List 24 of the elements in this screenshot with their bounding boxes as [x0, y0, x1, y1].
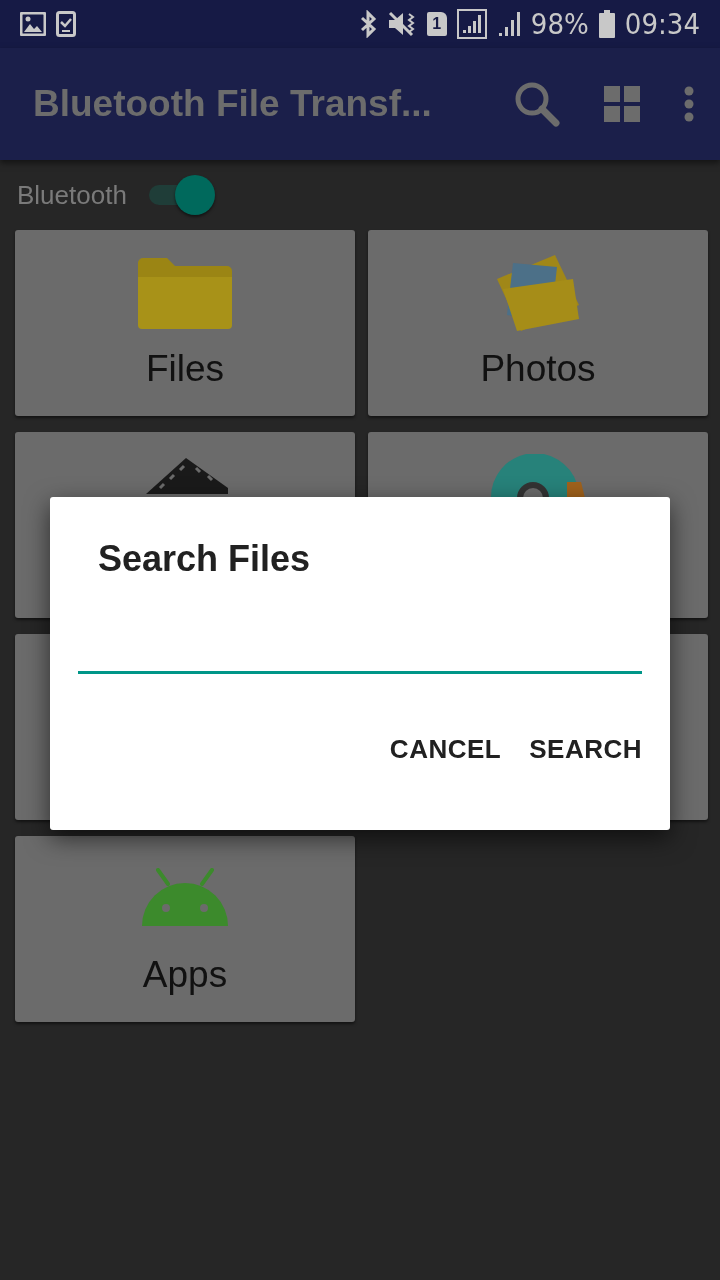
android-icon: [142, 868, 228, 928]
bluetooth-icon: [358, 10, 377, 38]
battery-icon: [598, 10, 615, 38]
search-button[interactable]: SEARCH: [521, 726, 642, 774]
picture-icon: [20, 12, 46, 36]
signal-icon: [456, 9, 487, 39]
clipboard-check-icon: [56, 11, 76, 37]
category-tile[interactable]: Files: [15, 230, 355, 416]
grid-icon[interactable]: [604, 86, 640, 122]
category-tile[interactable]: Photos: [368, 230, 708, 416]
category-tile[interactable]: Apps: [15, 836, 355, 1022]
clock: 09:34: [624, 9, 700, 39]
sim-icon: 1: [426, 12, 447, 36]
bluetooth-label: Bluetooth: [17, 179, 127, 211]
mute-vibrate-icon: [386, 11, 417, 37]
bluetooth-switch[interactable]: [148, 175, 215, 215]
dialog-title: Search Files: [98, 537, 312, 581]
folder-icon: [136, 255, 234, 329]
signal-icon: [496, 10, 521, 38]
battery-percent: 98%: [530, 9, 589, 39]
search-icon[interactable]: [514, 81, 560, 127]
cancel-button[interactable]: CANCEL: [381, 726, 502, 774]
app-title: Bluetooth File Transf...: [33, 83, 433, 125]
more-options-icon[interactable]: [684, 86, 694, 122]
